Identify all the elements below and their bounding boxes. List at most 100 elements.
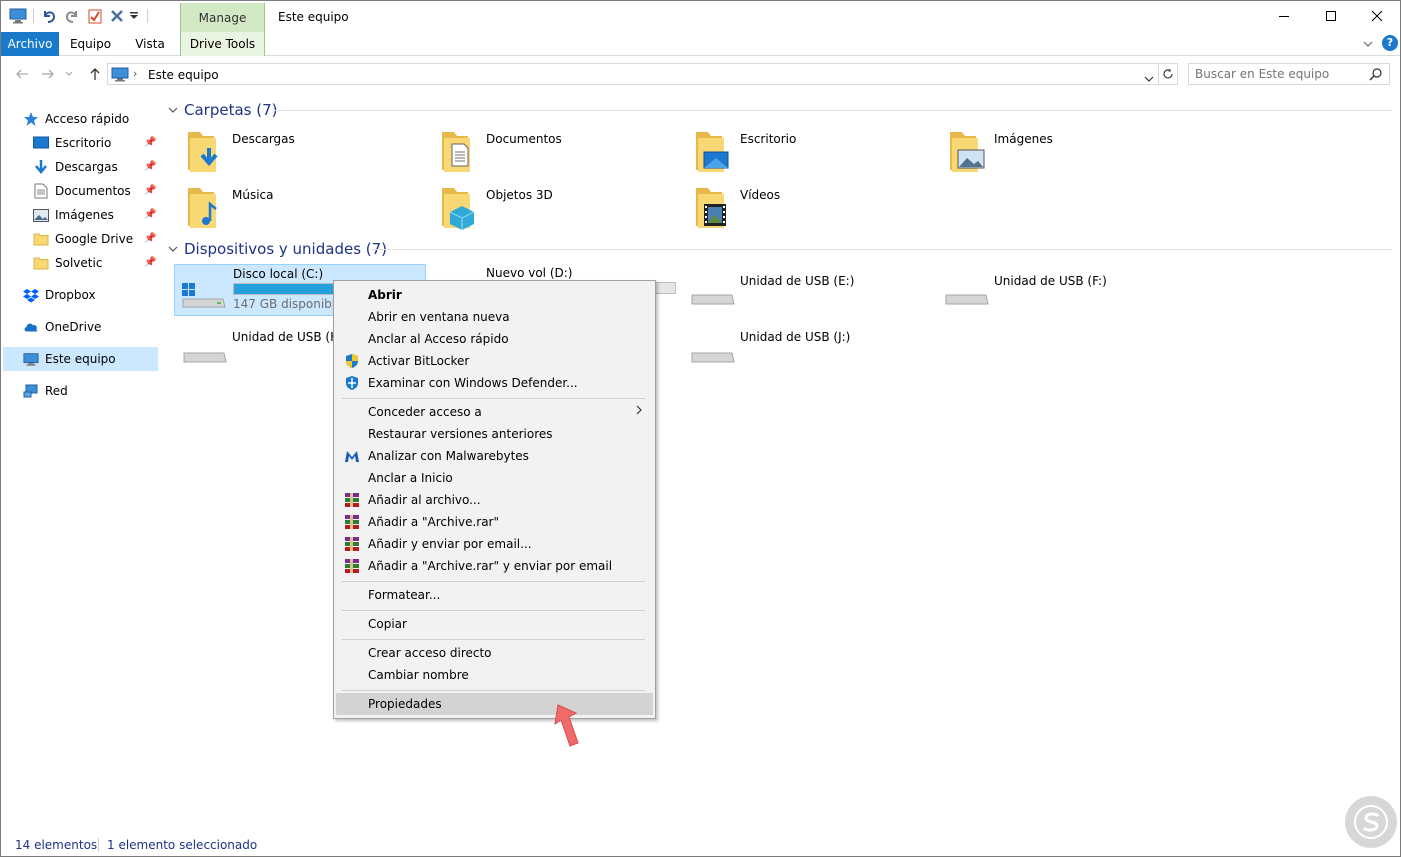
recent-locations-chevron-icon[interactable] bbox=[63, 65, 75, 83]
tab-drive-tools[interactable]: Drive Tools bbox=[180, 32, 265, 56]
pin-icon[interactable]: 📌 bbox=[144, 209, 156, 220]
properties-check-icon[interactable] bbox=[86, 7, 104, 25]
sidebar-item-onedrive[interactable]: OneDrive bbox=[23, 315, 180, 339]
menu-item-cambiar-nombre[interactable]: Cambiar nombre bbox=[336, 664, 653, 686]
folder-name: Documentos bbox=[486, 132, 562, 146]
menu-item-anadir-rar-email[interactable]: Añadir a "Archive.rar" y enviar por emai… bbox=[336, 555, 653, 577]
submenu-chevron-right-icon bbox=[636, 405, 642, 418]
folder-name: Vídeos bbox=[740, 188, 781, 202]
menu-label: Añadir al archivo... bbox=[368, 493, 481, 507]
usb-drive-icon bbox=[945, 294, 989, 305]
menu-item-restaurar-versiones[interactable]: Restaurar versiones anteriores bbox=[336, 423, 653, 445]
sidebar-item-dropbox[interactable]: Dropbox bbox=[23, 283, 180, 307]
menu-item-anadir-enviar-email[interactable]: Añadir y enviar por email... bbox=[336, 533, 653, 555]
menu-label: Añadir y enviar por email... bbox=[368, 537, 532, 551]
drive-tile-usb-e[interactable]: Unidad de USB (E:) bbox=[672, 264, 922, 318]
minimize-button[interactable] bbox=[1261, 1, 1307, 31]
menu-item-anclar-inicio[interactable]: Anclar a Inicio bbox=[336, 467, 653, 489]
computer-icon[interactable] bbox=[9, 7, 27, 25]
menu-item-formatear[interactable]: Formatear... bbox=[336, 584, 653, 606]
folder-icon bbox=[33, 231, 49, 247]
menu-separator bbox=[342, 610, 645, 611]
search-input[interactable] bbox=[1195, 64, 1365, 84]
drive-tile-usb-f[interactable]: Unidad de USB (F:) bbox=[926, 264, 1176, 318]
pin-icon[interactable]: 📌 bbox=[144, 257, 156, 268]
menu-item-propiedades[interactable]: Propiedades bbox=[336, 693, 653, 715]
drive-name: Unidad de USB (E:) bbox=[740, 274, 855, 288]
folder-name: Escritorio bbox=[740, 132, 797, 146]
pin-icon[interactable]: 📌 bbox=[144, 137, 156, 148]
solvetic-logo-icon bbox=[1354, 805, 1388, 839]
folder-tile-escritorio[interactable]: Escritorio bbox=[672, 128, 922, 182]
status-divider bbox=[98, 838, 99, 852]
pin-icon[interactable]: 📌 bbox=[144, 185, 156, 196]
chevron-down-icon bbox=[168, 105, 178, 116]
redo-icon[interactable] bbox=[63, 7, 81, 25]
menu-item-activar-bitlocker[interactable]: Activar BitLocker bbox=[336, 350, 653, 372]
menu-label: Copiar bbox=[368, 617, 407, 631]
forward-arrow-icon[interactable] bbox=[39, 65, 57, 83]
address-dropdown-chevron-icon[interactable] bbox=[1144, 71, 1154, 85]
group-header-carpetas[interactable]: Carpetas (7) bbox=[168, 100, 278, 120]
tab-vista[interactable]: Vista bbox=[125, 32, 175, 56]
folder-tile-descargas[interactable]: Descargas bbox=[164, 128, 414, 182]
sidebar-label: Solvetic bbox=[55, 256, 103, 270]
maximize-button[interactable] bbox=[1308, 1, 1354, 31]
menu-separator bbox=[342, 690, 645, 691]
menu-item-abrir-ventana-nueva[interactable]: Abrir en ventana nueva bbox=[336, 306, 653, 328]
group-divider bbox=[274, 110, 1392, 111]
help-icon[interactable]: ? bbox=[1382, 35, 1398, 51]
sidebar-item-quick-access[interactable]: Acceso rápido bbox=[23, 107, 180, 131]
back-arrow-icon[interactable] bbox=[13, 65, 31, 83]
drive-name: Disco local (C:) bbox=[233, 267, 324, 281]
menu-item-anadir-archive-rar[interactable]: Añadir a "Archive.rar" bbox=[336, 511, 653, 533]
menu-item-anadir-archivo[interactable]: Añadir al archivo... bbox=[336, 489, 653, 511]
undo-icon[interactable] bbox=[40, 7, 58, 25]
sidebar-item-este-equipo[interactable]: Este equipo bbox=[3, 347, 158, 371]
menu-item-windows-defender[interactable]: Examinar con Windows Defender... bbox=[336, 372, 653, 394]
menu-label: Abrir en ventana nueva bbox=[368, 310, 510, 324]
winrar-icon bbox=[345, 537, 359, 551]
pin-icon[interactable]: 📌 bbox=[144, 161, 156, 172]
folder-tile-imagenes[interactable]: Imágenes bbox=[926, 128, 1176, 182]
folder-tile-videos[interactable]: Vídeos bbox=[672, 184, 922, 238]
drive-name: Unidad de USB (F:) bbox=[994, 274, 1107, 288]
breadcrumb-separator-icon: › bbox=[133, 67, 138, 80]
menu-label: Restaurar versiones anteriores bbox=[368, 427, 553, 441]
group-header-dispositivos[interactable]: Dispositivos y unidades (7) bbox=[168, 239, 387, 259]
menu-item-malwarebytes[interactable]: Analizar con Malwarebytes bbox=[336, 445, 653, 467]
address-bar[interactable]: › Este equipo bbox=[107, 63, 1159, 85]
menu-label: Crear acceso directo bbox=[368, 646, 492, 660]
qat-divider bbox=[147, 9, 148, 23]
winrar-icon bbox=[345, 515, 359, 529]
pin-icon[interactable]: 📌 bbox=[144, 233, 156, 244]
folder-tile-objetos-3d[interactable]: Objetos 3D bbox=[418, 184, 668, 238]
folder-tile-documentos[interactable]: Documentos bbox=[418, 128, 668, 182]
menu-item-copiar[interactable]: Copiar bbox=[336, 613, 653, 635]
menu-label: Añadir a "Archive.rar" y enviar por emai… bbox=[368, 559, 613, 573]
menu-label: Añadir a "Archive.rar" bbox=[368, 515, 500, 529]
sidebar-item-red[interactable]: Red bbox=[23, 379, 180, 403]
customize-qat-icon[interactable] bbox=[127, 7, 141, 25]
tab-equipo[interactable]: Equipo bbox=[63, 32, 118, 56]
collapse-ribbon-chevron-icon[interactable] bbox=[1359, 36, 1377, 52]
search-icon[interactable] bbox=[1369, 67, 1383, 84]
images-folder-icon bbox=[950, 132, 985, 172]
desktop-icon bbox=[33, 135, 49, 151]
drive-name: Unidad de USB (J:) bbox=[740, 330, 851, 344]
menu-item-conceder-acceso[interactable]: Conceder acceso a bbox=[336, 401, 653, 423]
3d-objects-folder-icon bbox=[442, 188, 475, 230]
tab-archivo[interactable]: Archivo bbox=[1, 32, 59, 56]
breadcrumb-este-equipo[interactable]: Este equipo bbox=[148, 68, 219, 82]
menu-item-abrir[interactable]: Abrir bbox=[336, 284, 653, 306]
folder-tile-musica[interactable]: Música bbox=[164, 184, 414, 238]
drive-name: Nuevo vol (D:) bbox=[486, 266, 573, 280]
up-arrow-icon[interactable] bbox=[86, 65, 104, 83]
close-button[interactable] bbox=[1354, 1, 1400, 31]
menu-item-crear-acceso-directo[interactable]: Crear acceso directo bbox=[336, 642, 653, 664]
refresh-button[interactable] bbox=[1158, 63, 1178, 85]
delete-x-icon[interactable] bbox=[108, 7, 126, 25]
drive-tile-usb-j[interactable]: Unidad de USB (J:) bbox=[672, 322, 922, 376]
menu-label: Anclar al Acceso rápido bbox=[368, 332, 509, 346]
menu-item-anclar-acceso-rapido[interactable]: Anclar al Acceso rápido bbox=[336, 328, 653, 350]
